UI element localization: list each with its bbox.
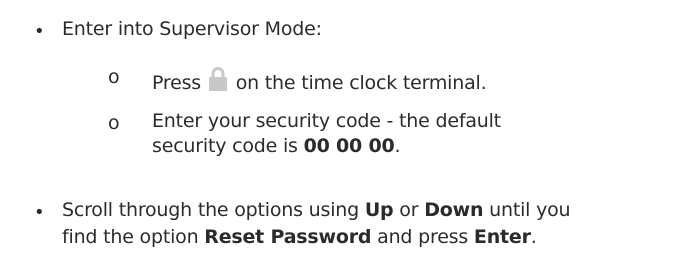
step-text: and press — [371, 226, 474, 248]
instruction-document: • Enter into Supervisor Mode: o Press on… — [0, 0, 675, 273]
enter-key-label: Enter — [473, 226, 531, 248]
sub-bullet-marker: o — [108, 66, 120, 88]
default-security-code: 00 00 00 — [303, 135, 395, 157]
step-scroll-options-line2: find the option Reset Password and press… — [62, 228, 537, 247]
step-text: Scroll through the options using — [62, 199, 365, 221]
bullet-marker: • — [34, 21, 45, 42]
step-enter-supervisor-mode: Enter into Supervisor Mode: — [62, 18, 322, 40]
reset-password-option: Reset Password — [204, 226, 372, 248]
sub-step-security-code-line2: security code is 00 00 00. — [152, 135, 401, 157]
step-text: find the option — [62, 226, 205, 248]
sub-step-text: security code is — [152, 135, 304, 157]
up-key-label: Up — [364, 199, 394, 221]
sub-bullet-marker: o — [108, 112, 120, 134]
sub-step-text: . — [394, 135, 401, 157]
sub-step-text: Press — [152, 72, 202, 94]
step-text: until you — [483, 199, 571, 221]
sub-step-press-lock: Press on the time clock terminal. — [152, 66, 487, 94]
down-key-label: Down — [424, 199, 484, 221]
step-scroll-options-line1: Scroll through the options using Up or D… — [62, 199, 571, 221]
sub-step-security-code-line1: Enter your security code - the default — [152, 110, 501, 132]
sub-step-text: on the time clock terminal. — [235, 72, 487, 94]
bullet-marker: • — [34, 202, 45, 223]
step-text: or — [393, 199, 425, 221]
step-text: . — [530, 226, 537, 248]
lock-icon — [208, 66, 228, 92]
